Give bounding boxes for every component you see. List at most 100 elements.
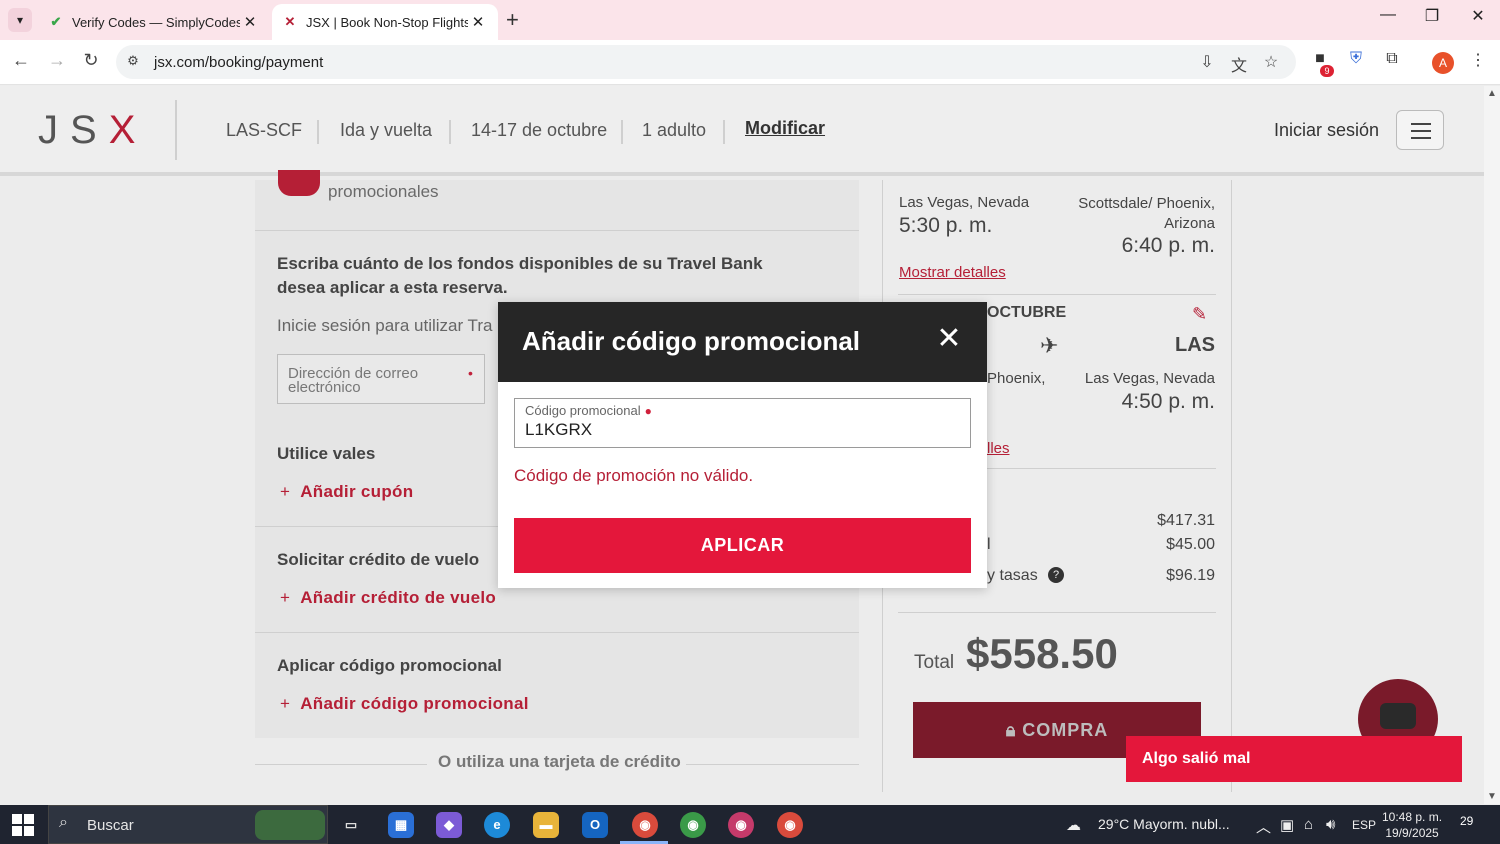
outlook-icon[interactable]: O bbox=[582, 812, 608, 838]
divider bbox=[255, 632, 859, 633]
email-field[interactable]: Dirección de correo electrónico • bbox=[277, 354, 485, 404]
store-icon[interactable]: ▦ bbox=[388, 812, 414, 838]
passenger-count: 1 adulto bbox=[642, 120, 707, 140]
return-dest-code: LAS bbox=[1175, 334, 1215, 356]
url-text: jsx.com/booking/payment bbox=[154, 54, 324, 71]
plus-icon: + bbox=[280, 482, 291, 501]
modal-title: Añadir código promocional bbox=[522, 326, 861, 356]
edit-pencil-icon[interactable]: ✎ bbox=[1192, 304, 1207, 325]
translate-icon[interactable]: 文 bbox=[1228, 52, 1250, 76]
total-label: Total bbox=[914, 652, 955, 673]
promo-code-input[interactable] bbox=[525, 419, 955, 441]
promo-code-label: Código promocional ● bbox=[525, 403, 652, 418]
tab-simplycodes[interactable]: ✔ Verify Codes — SimplyCodes ✕ bbox=[38, 4, 270, 40]
trip-type: Ida y vuelta bbox=[340, 120, 433, 140]
forward-icon[interactable]: → bbox=[44, 50, 70, 71]
more-menu-icon[interactable]: ⋮ bbox=[1466, 50, 1490, 70]
divider bbox=[175, 100, 177, 160]
fee-label: l bbox=[987, 536, 991, 553]
new-tab-icon[interactable]: + bbox=[506, 7, 519, 33]
outbound-origin-city: Las Vegas, Nevada bbox=[899, 194, 1030, 211]
sign-in-link[interactable]: Iniciar sesión bbox=[1274, 120, 1379, 141]
required-indicator: • bbox=[468, 365, 473, 381]
windows-start-icon[interactable] bbox=[12, 814, 34, 836]
chrome-profile-a-icon[interactable]: ◉ bbox=[632, 812, 658, 838]
hamburger-menu-button[interactable] bbox=[1396, 110, 1444, 150]
bookmark-star-icon[interactable]: ☆ bbox=[1260, 52, 1282, 72]
sign-in-to-use-text: Inicie sesión para utilizar Tra bbox=[277, 316, 493, 335]
modify-link[interactable]: Modificar bbox=[745, 118, 825, 139]
chrome-profile-icon[interactable]: ◉ bbox=[777, 812, 803, 838]
tab-jsx[interactable]: ✕ JSX | Book Non-Stop Flights & … ✕ bbox=[272, 4, 498, 40]
language-indicator[interactable]: ESP bbox=[1352, 818, 1376, 832]
site-header: JSX LAS-SCF Ida y vuelta 14-17 de octubr… bbox=[0, 86, 1484, 176]
minimize-icon[interactable]: — bbox=[1368, 6, 1408, 24]
weather-icon[interactable]: ☁ bbox=[1066, 816, 1081, 834]
notifications-icon[interactable]: 29 bbox=[1460, 814, 1486, 836]
promo-toggle-label: promocionales bbox=[328, 182, 439, 201]
address-bar[interactable]: ⚙ jsx.com/booking/payment ⇩ 文 ☆ bbox=[116, 45, 1296, 79]
taxes-amount: $96.19 bbox=[1166, 567, 1215, 584]
volume-icon[interactable]: 🔊︎ bbox=[1326, 816, 1335, 833]
browser-toolbar: ← → ↻ ⚙ jsx.com/booking/payment ⇩ 文 ☆ ■ … bbox=[0, 40, 1500, 85]
route-summary: LAS-SCF bbox=[226, 120, 303, 140]
promo-code-label-text: Código promocional bbox=[525, 403, 641, 418]
reload-icon[interactable]: ↻ bbox=[78, 50, 104, 71]
plus-icon: + bbox=[280, 588, 291, 607]
network-icon[interactable]: ⌂ bbox=[1304, 816, 1313, 833]
or-credit-card-text: O utiliza una tarjeta de crédito bbox=[438, 752, 681, 771]
taskbar-search[interactable]: ⌕ Buscar bbox=[48, 805, 328, 844]
shield-extension-icon[interactable]: ⛨ bbox=[1344, 50, 1368, 68]
chat-bubble-icon bbox=[1380, 703, 1416, 729]
start-tile bbox=[12, 814, 22, 824]
edge-icon[interactable]: e bbox=[484, 812, 510, 838]
clock[interactable]: 10:48 p. m. 19/9/2025 bbox=[1382, 809, 1442, 841]
apply-button[interactable]: APLICAR bbox=[514, 518, 971, 573]
close-window-icon[interactable]: ✕ bbox=[1458, 6, 1498, 26]
page-scrollbar[interactable]: ▲ ▼ bbox=[1484, 86, 1500, 804]
close-icon[interactable]: ✕ bbox=[934, 324, 964, 354]
tray-overflow-icon[interactable]: ︿ bbox=[1256, 816, 1271, 837]
tab-search-dropdown-icon[interactable]: ▾ bbox=[8, 8, 32, 32]
divider bbox=[686, 764, 859, 765]
show-details-link[interactable]: Mostrar detalles bbox=[899, 264, 1006, 281]
scroll-up-icon[interactable]: ▲ bbox=[1487, 88, 1497, 99]
extensions-puzzle-icon[interactable]: ⧉ bbox=[1380, 50, 1404, 68]
chrome-profile-y-icon[interactable]: ◉ bbox=[680, 812, 706, 838]
restore-icon[interactable]: ❐ bbox=[1412, 6, 1452, 26]
return-origin-city: Phoenix, bbox=[987, 370, 1046, 387]
menu-bar bbox=[1411, 123, 1431, 125]
add-coupon-link[interactable]: + Añadir cupón bbox=[280, 482, 413, 502]
weather-text[interactable]: 29°C Mayorm. nubl... bbox=[1098, 816, 1230, 832]
scroll-down-icon[interactable]: ▼ bbox=[1487, 791, 1497, 802]
copilot-icon[interactable]: ◆ bbox=[436, 812, 462, 838]
meet-icon[interactable]: ▣ bbox=[1280, 816, 1294, 834]
divider bbox=[255, 230, 859, 231]
promo-toggle[interactable] bbox=[278, 170, 320, 196]
file-explorer-icon[interactable]: ▬ bbox=[533, 812, 559, 838]
promo-code-field[interactable]: Código promocional ● bbox=[514, 398, 971, 448]
back-icon[interactable]: ← bbox=[8, 50, 34, 71]
return-arrive-time: 4:50 p. m. bbox=[1121, 390, 1215, 413]
tab-title: JSX | Book Non-Stop Flights & … bbox=[306, 14, 468, 30]
close-tab-icon[interactable]: ✕ bbox=[240, 13, 260, 31]
divider bbox=[317, 120, 319, 144]
total-amount: $558.50 bbox=[966, 630, 1118, 677]
jsx-logo[interactable]: JSX bbox=[38, 108, 147, 153]
profile-avatar[interactable]: A bbox=[1432, 52, 1454, 74]
close-tab-icon[interactable]: ✕ bbox=[468, 13, 488, 31]
travel-dates: 14-17 de octubre bbox=[471, 120, 608, 140]
add-flight-credit-link[interactable]: + Añadir crédito de vuelo bbox=[280, 588, 496, 608]
divider bbox=[621, 120, 623, 144]
search-highlight-image bbox=[255, 810, 325, 840]
task-view-icon[interactable]: ▭ bbox=[338, 812, 364, 838]
clock-date: 19/9/2025 bbox=[1385, 826, 1439, 840]
site-info-icon[interactable]: ⚙ bbox=[124, 53, 142, 71]
install-app-icon[interactable]: ⇩ bbox=[1196, 52, 1218, 72]
add-promo-code-link[interactable]: + Añadir código promocional bbox=[280, 694, 529, 714]
plus-icon: + bbox=[280, 694, 291, 713]
return-details-link[interactable]: lles bbox=[987, 440, 1010, 457]
info-icon[interactable]: ? bbox=[1048, 567, 1064, 583]
chrome-profile-m-icon[interactable]: ◉ bbox=[728, 812, 754, 838]
fee-amount: $45.00 bbox=[1166, 536, 1215, 553]
